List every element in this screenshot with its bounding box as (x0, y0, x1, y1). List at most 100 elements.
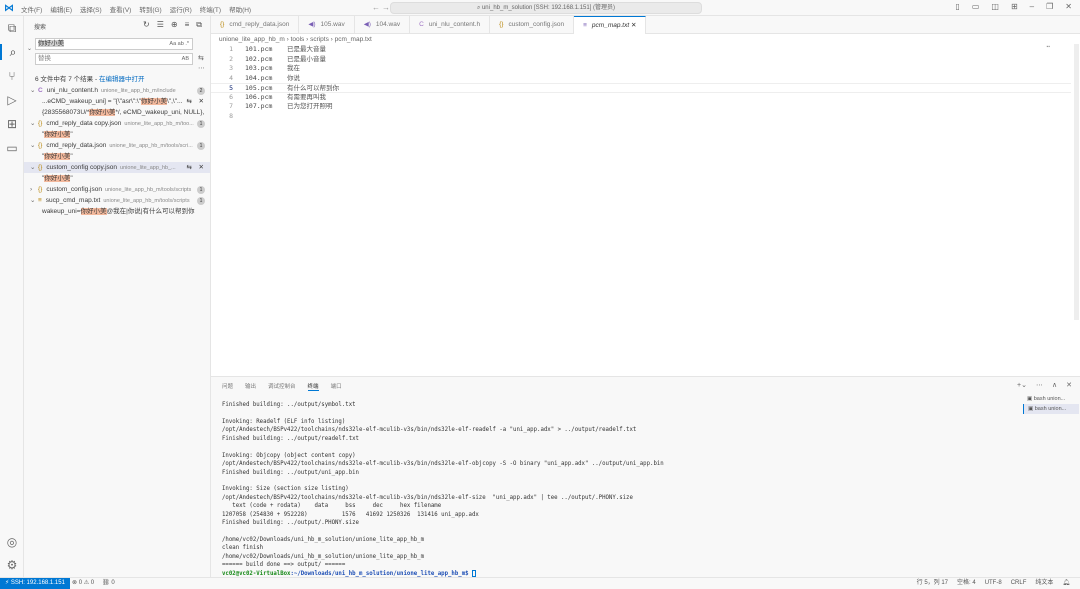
code-line[interactable]: 8 (211, 112, 1071, 122)
toggle-sidebar-icon[interactable]: ▯ (955, 2, 959, 11)
back-icon[interactable]: ← (372, 3, 380, 12)
menu-item[interactable]: 选择(S) (80, 4, 102, 14)
editor-scrollbar[interactable] (1074, 44, 1079, 320)
tab-pcm-map-txt[interactable]: ≡ pcm_map.txt ✕ (574, 16, 647, 34)
replace-input[interactable]: 替换 AB (35, 53, 193, 65)
terminal-output[interactable]: Finished building: ../output/symbol.txt I… (222, 401, 664, 578)
tab-104-wav[interactable]: ◀) 104.wav (355, 16, 411, 34)
chevron-down-icon[interactable]: ⌄ (24, 162, 38, 173)
account-icon[interactable]: ◎ (4, 534, 20, 550)
new-terminal-icon[interactable]: +⌄ (1017, 381, 1027, 389)
close-tab-icon[interactable]: ✕ (629, 22, 636, 29)
menu-item[interactable]: 文件(F) (21, 4, 42, 14)
result-file[interactable]: ⌄ ≡ sucp_cmd_map.txt unione_lite_app_hb_m/t… (24, 195, 210, 206)
encoding[interactable]: UTF-8 (985, 578, 1002, 589)
remote-indicator[interactable]: ⚡ SSH: 192.168.1.151 (0, 578, 70, 589)
open-in-editor-link[interactable]: 在编辑器中打开 (99, 76, 145, 83)
menu-item[interactable]: 帮助(H) (229, 4, 251, 14)
explorer-icon[interactable]: ⧉ (4, 20, 20, 36)
indentation[interactable]: 空格: 4 (957, 578, 976, 589)
panel-tab[interactable]: 输出 (245, 382, 256, 391)
toggle-replace-chevron-icon[interactable]: ⌄ (27, 45, 32, 52)
cursor-position[interactable]: 行 5，列 17 (917, 578, 948, 589)
breadcrumb-item[interactable]: tools (291, 36, 305, 43)
panel-tab[interactable]: 调试控制台 (268, 382, 296, 391)
clear-results-icon[interactable]: ☰ (157, 20, 164, 30)
minimize-button[interactable]: – (1030, 2, 1034, 11)
tab-custom-config-json[interactable]: {} custom_config.json (490, 16, 575, 34)
result-file[interactable]: ›{} custom_config.json unione_lite_app_hb_… (24, 184, 210, 195)
result-file[interactable]: ⌄ Cuni_nlu_content.h unione_lite_app_hb_m/… (24, 85, 210, 96)
layout-icon[interactable]: ⊞ (1011, 2, 1018, 11)
maximize-panel-icon[interactable]: ∧ (1052, 381, 1057, 389)
chevron-right-icon[interactable]: › (24, 184, 38, 195)
code-line[interactable]: 4 104.pcm 你说 (211, 74, 1071, 84)
result-match[interactable]: "你好小美" (24, 151, 210, 162)
run-debug-icon[interactable]: ▷ (4, 92, 20, 108)
result-match[interactable]: "你好小美" (24, 173, 210, 184)
line-ending[interactable]: CRLF (1011, 578, 1027, 589)
terminal-instance[interactable]: ▣ bash union... (1023, 394, 1079, 404)
search-icon[interactable]: ⌕ (0, 44, 24, 60)
tab-105-wav[interactable]: ◀) 105.wav (299, 16, 355, 34)
source-control-icon[interactable]: ⑂ (4, 68, 20, 84)
menu-item[interactable]: 转到(G) (139, 4, 161, 14)
toggle-panel-icon[interactable]: ▭ (972, 2, 980, 11)
dismiss-icon[interactable]: ✕ (199, 162, 204, 173)
code-line[interactable]: 5 105.pcm 有什么可以帮到你 (211, 83, 1071, 93)
dismiss-icon[interactable]: ✕ (198, 96, 204, 107)
code-line[interactable]: 7 107.pcm 已为您打开照明 (211, 102, 1071, 112)
view-as-tree-icon[interactable]: ≡ (185, 20, 190, 30)
editor[interactable]: unione_lite_app_hb_m › tools › scripts ›… (211, 34, 1080, 376)
code-line[interactable]: 2 102.pcm 已是最小音量 (211, 55, 1071, 65)
collapse-all-icon[interactable]: ⧉ (196, 20, 202, 30)
more-actions-icon[interactable]: ⋯ (1036, 381, 1043, 389)
remote-explorer-icon[interactable]: ▭ (4, 140, 20, 156)
result-file[interactable]: ⌄{} cmd_reply_data.json unione_lite_app_hb… (24, 140, 210, 151)
close-panel-icon[interactable]: ✕ (1066, 381, 1072, 389)
forward-icon[interactable]: → (382, 3, 390, 12)
breadcrumb-item[interactable]: pcm_map.txt (335, 36, 372, 43)
result-match[interactable]: wakeup_uni=你好小美@我在|你说|有什么可以帮到你 (24, 206, 210, 217)
search-options[interactable]: Aa ab .* (169, 39, 189, 49)
result-match[interactable]: ...eCMD_wakeup_uni] = "{\"asr\":\"你好小美\"… (24, 96, 210, 107)
result-file[interactable]: ⌄{} cmd_reply_data copy.json unione_lite_a… (24, 118, 210, 129)
tab-uni-nlu-content-h[interactable]: Cuni_nlu_content.h (410, 16, 491, 34)
command-center[interactable]: ⌕ uni_hb_m_solution [SSH: 192.168.1.151]… (390, 2, 702, 14)
chevron-down-icon[interactable]: ⌄ (24, 85, 38, 96)
chevron-down-icon[interactable]: ⌄ (24, 140, 38, 151)
result-file[interactable]: ⌄{} custom_config copy.json unione_lite_ap… (24, 162, 210, 173)
replace-icon[interactable]: ⇆ (187, 162, 192, 173)
menu-item[interactable]: 终端(T) (200, 4, 221, 14)
breadcrumb-item[interactable]: unione_lite_app_hb_m (219, 36, 285, 43)
close-window-button[interactable]: ✕ (1065, 2, 1072, 11)
chevron-down-icon[interactable]: ⌄ (24, 118, 38, 129)
menu-item[interactable]: 运行(R) (170, 4, 192, 14)
language-mode[interactable]: 纯文本 (1035, 578, 1053, 589)
replace-icon[interactable]: ⇆ (186, 96, 192, 107)
ports-indicator[interactable]: ⛓ 0 (102, 578, 115, 589)
search-input[interactable]: 你好小美 Aa ab .* (35, 38, 193, 50)
chevron-down-icon[interactable]: ⌄ (24, 195, 38, 206)
settings-gear-icon[interactable]: ⚙ (4, 557, 20, 573)
panel-tab[interactable]: 终端 (307, 382, 319, 391)
result-match[interactable]: "你好小美" (24, 129, 210, 140)
breadcrumb-item[interactable]: scripts (310, 36, 329, 43)
notifications-icon[interactable]: 🔔︎ (1062, 578, 1070, 589)
maximize-button[interactable]: ❐ (1046, 2, 1053, 11)
terminal-instance[interactable]: ▣ bash union... (1023, 404, 1079, 414)
panel-tab[interactable]: 问题 (222, 382, 233, 391)
preserve-case-toggle[interactable]: AB (182, 54, 189, 64)
panel-tab[interactable]: 端口 (331, 382, 342, 391)
more-options-icon[interactable]: ⋯ (198, 64, 205, 72)
code-line[interactable]: 3 103.pcm 我在 (211, 64, 1071, 74)
problems-indicator[interactable]: ⊗ 0 ⚠ 0 (72, 578, 94, 589)
code-line[interactable]: 6 106.pcm 有需要再叫我 (211, 93, 1071, 103)
refresh-icon[interactable]: ↻ (143, 20, 150, 30)
new-search-editor-icon[interactable]: ⊕ (171, 20, 178, 30)
menu-item[interactable]: 查看(V) (110, 4, 132, 14)
toggle-secondary-sidebar-icon[interactable]: ◫ (991, 2, 999, 11)
code-line[interactable]: 1 101.pcm 已是最大音量 (211, 45, 1071, 55)
extensions-icon[interactable]: ⊞ (4, 116, 20, 132)
replace-all-icon[interactable]: ⇆ (198, 54, 204, 62)
